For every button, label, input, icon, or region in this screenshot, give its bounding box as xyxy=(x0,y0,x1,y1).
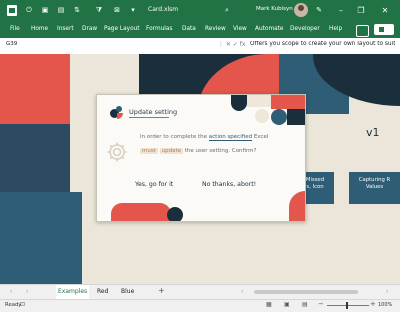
tab-red[interactable]: Red xyxy=(97,288,108,295)
update-setting-dialog: Update setting In order to complete the … xyxy=(96,94,306,222)
sort-icon[interactable]: ⇅ xyxy=(72,5,82,15)
hscroll-right-icon[interactable]: › xyxy=(386,288,388,295)
ribbon-menu: File Home Insert Draw Page Layout Formul… xyxy=(0,22,400,38)
abort-button[interactable]: No thanks, abort! xyxy=(202,181,256,188)
close-icon[interactable]: ✕ xyxy=(378,3,392,17)
page-break-view-icon[interactable]: ▤ xyxy=(302,301,308,308)
minimize-icon[interactable]: – xyxy=(334,3,348,17)
dialog-message-line1: In order to complete the action specifie… xyxy=(140,134,269,141)
restore-icon[interactable]: ❐ xyxy=(354,3,368,17)
menu-home[interactable]: Home xyxy=(31,26,48,32)
msg2-suffix: the user setting. Confirm? xyxy=(184,148,257,154)
zoom-slider[interactable] xyxy=(327,305,369,306)
deco-bottom-coral-pill xyxy=(111,203,171,221)
deco-dark-half-circle xyxy=(231,95,247,111)
menu-file[interactable]: File xyxy=(10,26,20,32)
coral-block xyxy=(0,54,70,124)
title-underline xyxy=(129,117,169,118)
deco-bottom-right-coral xyxy=(289,191,305,221)
menu-insert[interactable]: Insert xyxy=(57,26,74,32)
logo-teal-dot xyxy=(116,106,122,112)
msg-prefix: In order to complete the xyxy=(140,134,208,140)
logo-coral-quarter xyxy=(117,113,123,119)
zoom-out-icon[interactable]: − xyxy=(318,300,324,308)
formula-bar: G39 ⋮ ✕ ✓ fx Offers you scope to create … xyxy=(0,38,400,55)
tag-update: update xyxy=(159,148,184,154)
confirm-button[interactable]: Yes, go for it xyxy=(135,181,173,188)
pen-icon[interactable]: ✎ xyxy=(314,5,324,15)
dialog-message-line2: must update the user setting. Confirm? xyxy=(140,148,256,154)
comment-icon[interactable] xyxy=(356,25,369,37)
avatar[interactable] xyxy=(294,3,308,17)
hscroll-left-icon[interactable]: ‹ xyxy=(241,288,243,295)
menu-automate[interactable]: Automate xyxy=(255,26,284,32)
menu-review[interactable]: Review xyxy=(205,26,226,32)
menu-developer[interactable]: Developer xyxy=(290,26,320,32)
menu-data[interactable]: Data xyxy=(182,26,196,32)
version-label: v1 xyxy=(366,126,380,139)
menu-help[interactable]: Help xyxy=(329,26,342,32)
file-name: Card.xlsm xyxy=(148,6,179,13)
deco-cream-circle xyxy=(255,109,269,123)
title-bar: ⏻ ▣ ▤ ⇅ ⧩ ⊠ ▾ Card.xlsm ⌕ Mark Kubisyn ✎… xyxy=(0,0,400,22)
filter-icon[interactable]: ⧩ xyxy=(94,5,104,15)
add-sheet-button[interactable]: + xyxy=(158,286,165,295)
deco-cream-block xyxy=(247,95,271,107)
search-icon[interactable]: ⌕ xyxy=(222,5,232,15)
share-button[interactable] xyxy=(374,24,394,35)
msg-suffix: Excel xyxy=(253,134,269,140)
user-name: Mark Kubisyn xyxy=(256,6,293,12)
formula-input[interactable]: Offers you scope to create your own layo… xyxy=(250,41,395,47)
tab-blue[interactable]: Blue xyxy=(121,288,134,295)
dialog-title: Update setting xyxy=(129,108,178,116)
normal-view-icon[interactable]: ▦ xyxy=(266,301,272,308)
formula-controls[interactable]: ⋮ ✕ ✓ fx xyxy=(218,41,245,48)
horizontal-scrollbar[interactable] xyxy=(254,290,358,294)
teal-block xyxy=(0,192,82,284)
menu-formulas[interactable]: Formulas xyxy=(146,26,172,32)
capturing-values-button[interactable]: Capturing R Values xyxy=(349,172,400,204)
sheet-tab-bar: ‹ › Examples Red Blue + ‹ › xyxy=(0,284,400,301)
autosave-icon[interactable]: ⏻ xyxy=(24,5,34,15)
zoom-in-icon[interactable]: + xyxy=(370,300,376,308)
deco-teal-circle xyxy=(271,109,287,125)
accessibility-icon[interactable]: ⊡ xyxy=(20,301,25,308)
msg-highlight: action specified xyxy=(208,134,253,141)
cell-style-icon[interactable]: ▤ xyxy=(56,5,66,15)
dropdown-icon[interactable]: ▾ xyxy=(128,5,138,15)
excel-app-icon xyxy=(7,5,17,16)
deco-coral-block xyxy=(271,95,305,109)
name-box[interactable]: G39 xyxy=(6,41,156,51)
status-ready: Ready xyxy=(5,302,22,308)
button2-line2: Values xyxy=(365,184,384,190)
zoom-level[interactable]: 100% xyxy=(378,302,392,308)
button2-line1: Capturing R xyxy=(358,177,391,183)
tab-prev-icon[interactable]: ‹ xyxy=(10,288,12,295)
gear-icon xyxy=(105,140,129,164)
page-layout-view-icon[interactable]: ▣ xyxy=(284,301,290,308)
deco-bottom-navy-circle xyxy=(167,207,183,221)
navy-block xyxy=(0,124,70,192)
save-icon[interactable]: ▣ xyxy=(40,5,50,15)
tag-must: must xyxy=(140,148,158,154)
menu-view[interactable]: View xyxy=(233,26,247,32)
share-lock-icon[interactable]: ⊠ xyxy=(112,5,122,15)
tab-next-icon[interactable]: › xyxy=(26,288,28,295)
menu-page-layout[interactable]: Page Layout xyxy=(104,26,140,32)
zoom-slider-thumb[interactable] xyxy=(346,302,348,309)
menu-draw[interactable]: Draw xyxy=(82,26,97,32)
deco-navy-block xyxy=(287,109,305,125)
status-bar: Ready ⊡ ▦ ▣ ▤ − + 100% xyxy=(0,299,400,312)
